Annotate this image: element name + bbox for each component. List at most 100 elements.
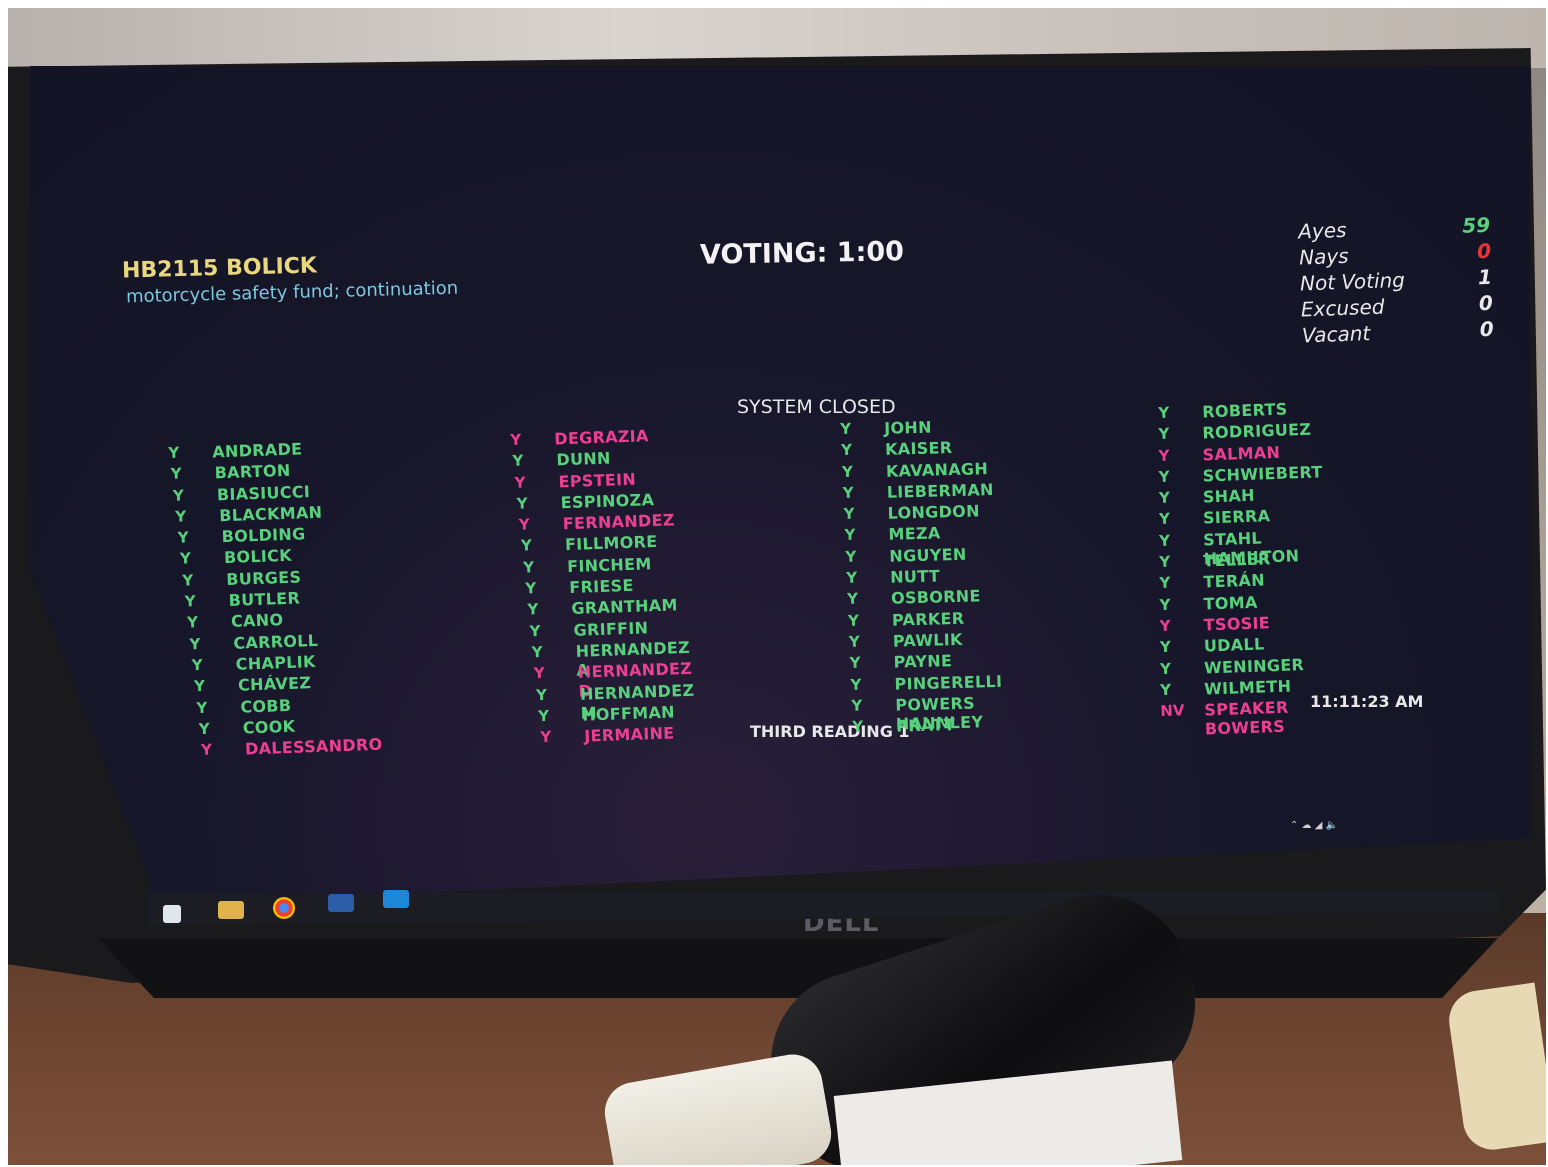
member-row: Y FRIESE [525, 576, 634, 601]
member-row: Y TOMA [1159, 592, 1258, 617]
tally-value: 0 [1479, 316, 1495, 342]
vote-indicator: Y [1158, 488, 1171, 508]
vote-indicator: Y [512, 451, 524, 471]
monitor-lower-bezel [98, 938, 1498, 998]
member-name: BOLDING [221, 524, 306, 547]
member-name: PINGERELLI [894, 671, 1003, 694]
member-row: Y SHAH [1159, 486, 1255, 510]
member-name: BIASIUCCI [216, 481, 311, 504]
member-name: SPEAKER BOWERS [1203, 697, 1289, 739]
vote-indicator: Y [841, 462, 854, 481]
member-row: Y FILLMORE [521, 532, 658, 559]
member-row: Y LIEBERMAN [843, 480, 994, 505]
member-name: FILLMORE [564, 532, 658, 555]
vote-indicator: Y [840, 440, 853, 460]
member-row: Y PARKER [848, 608, 965, 632]
vote-indicator: Y [1159, 659, 1172, 678]
tally-value: 59 [1461, 212, 1491, 238]
member-row: Y PRATT [852, 715, 955, 739]
vote-indicator: Y [1158, 446, 1170, 465]
tally-value: 1 [1477, 264, 1493, 290]
member-row: Y TELLER [1159, 549, 1271, 574]
member-row: Y BARTON [170, 461, 290, 487]
vote-indicator: Y [193, 677, 206, 696]
vote-indicator: NV [1160, 701, 1185, 721]
member-row: Y BOLICK [179, 546, 292, 572]
vote-indicator: Y [851, 696, 863, 715]
vote-indicator: Y [843, 504, 855, 524]
vote-indicator: Y [189, 634, 201, 654]
outlook-icon[interactable] [383, 890, 409, 908]
member-row: Y OSBORNE [847, 587, 981, 611]
member-name: FINCHEM [566, 553, 652, 576]
member-name: COOK [242, 716, 296, 738]
vote-indicator: Y [198, 719, 210, 738]
member-row: Y KAVANAGH [842, 459, 989, 483]
member-name: DUNN [556, 448, 612, 470]
member-row: Y POWERS HANNLEY [851, 693, 983, 733]
vote-indicator: Y [1158, 424, 1170, 444]
member-name: SALMAN [1202, 442, 1281, 465]
member-row: Y DUNN [512, 449, 611, 474]
vote-indicator: Y [191, 655, 203, 675]
voting-timer: VOTING: 1:00 [699, 236, 905, 271]
member-row: Y FINCHEM [523, 554, 652, 580]
vote-indicator: Y [846, 589, 859, 609]
tally-value: 0 [1478, 290, 1494, 316]
member-name: MEZA [888, 523, 941, 545]
member-name: TSOSIE [1203, 613, 1271, 635]
member-column: Y ROBERTS Y RODRIGUEZ Y SALMAN Y SCHWIEBERT Y SHA… [1158, 399, 1323, 738]
vote-indicator: Y [533, 664, 546, 683]
member-row: Y BLACKMAN [175, 503, 323, 529]
member-name: LIEBERMAN [886, 479, 994, 502]
member-name: CARROLL [233, 630, 319, 653]
member-name: ANDRADE [211, 439, 303, 462]
member-name: TERÁN [1203, 570, 1266, 592]
member-name: CANO [230, 610, 284, 632]
vote-indicator: Y [1159, 574, 1171, 593]
member-row: Y CARROLL [189, 631, 318, 657]
member-row: Y SALMAN [1158, 442, 1280, 468]
member-row: Y MEZA [844, 524, 941, 547]
vote-indicator: Y [1159, 595, 1171, 614]
member-name: CHÁVEZ [237, 673, 312, 695]
windows-start-icon[interactable] [163, 905, 181, 923]
member-row: Y UDALL [1160, 635, 1265, 660]
member-row: Y HOFFMAN [538, 702, 675, 728]
member-name: PRATT [895, 715, 956, 736]
member-row: Y SCHWIEBERT [1158, 462, 1322, 489]
member-row: Y TERÁN [1159, 571, 1265, 595]
member-row: Y KAISER [841, 438, 953, 462]
vote-indicator: Y [177, 528, 189, 547]
member-row: Y LONGDON [843, 502, 980, 526]
member-row: Y JOHN [840, 418, 932, 441]
member-row: Y BUTLER [184, 589, 300, 614]
vote-indicator: Y [1159, 637, 1172, 657]
chrome-icon[interactable] [273, 897, 295, 919]
member-name: JERMAINE [583, 723, 675, 746]
vote-indicator: Y [1158, 510, 1171, 529]
vote-indicator: Y [840, 419, 852, 438]
member-name: HOFFMAN [581, 702, 676, 725]
vote-indicator: Y [529, 621, 541, 641]
member-row: Y FERNANDEZ [519, 511, 675, 537]
vote-indicator: Y [179, 549, 192, 569]
member-row: Y STAHL HAMILTON [1159, 528, 1300, 568]
vote-indicator: Y [182, 570, 194, 590]
member-name: KAVANAGH [885, 458, 989, 481]
word-icon[interactable] [328, 894, 354, 912]
member-name: LONGDON [887, 501, 980, 523]
member-name: ESPINOZA [560, 489, 655, 513]
member-name: BARTON [214, 461, 291, 483]
vote-indicator: Y [200, 740, 213, 760]
bill-title: HB2115 BOLICK [121, 253, 318, 284]
member-row: Y HERNANDEZ M [536, 680, 695, 722]
file-explorer-icon[interactable] [218, 901, 244, 919]
vote-tally: Ayes 59 Nays 0 Not Voting 1 Excused 0 Vacant… [1298, 213, 1502, 350]
vote-indicator: Y [1159, 552, 1171, 572]
member-name: CHAPLIK [235, 651, 316, 674]
member-row: Y ANDRADE [168, 439, 303, 465]
member-name: SIERRA [1202, 506, 1271, 528]
member-name: EPSTEIN [558, 469, 637, 491]
member-row: Y PINGERELLI [850, 671, 1002, 696]
